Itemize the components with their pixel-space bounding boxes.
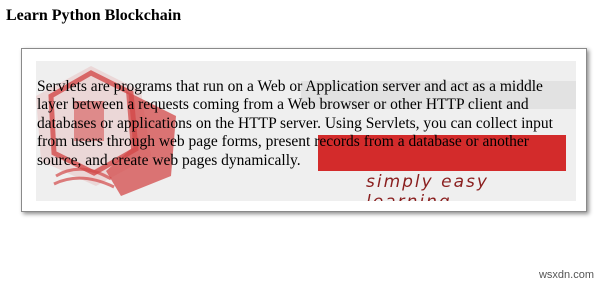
watermark: wsxdn.com — [538, 269, 594, 281]
servlet-description: Servlets are programs that run on a Web … — [37, 78, 553, 169]
tagline-text: simply easy learning — [366, 172, 489, 201]
content-panel: simply easy learning Servlets are progra… — [21, 48, 587, 212]
page-title: Learn Python Blockchain — [6, 7, 182, 24]
